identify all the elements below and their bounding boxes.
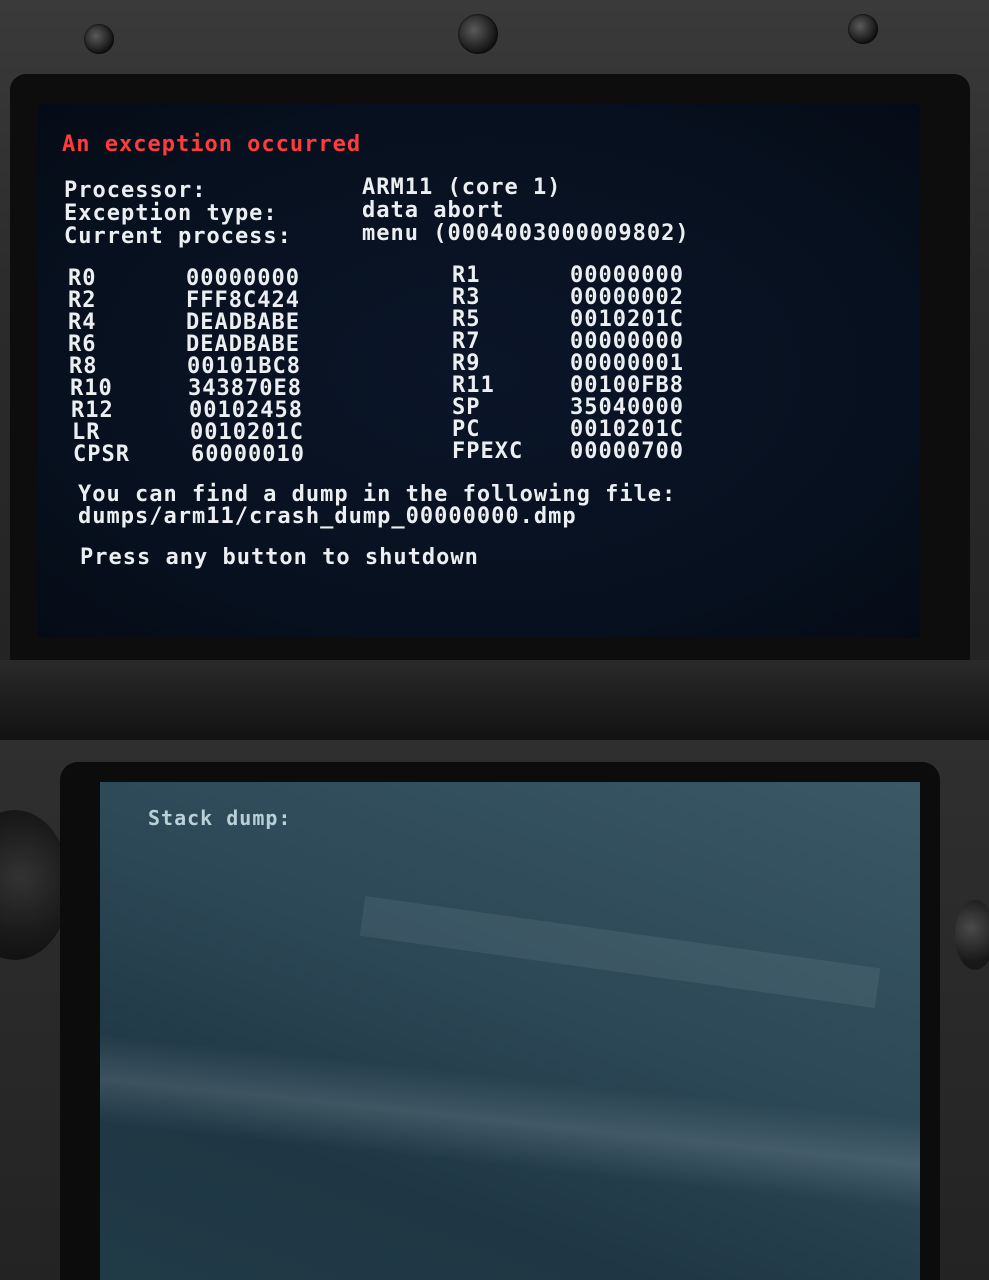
register-row: R12 00102458 [71, 400, 303, 422]
screen-glare [100, 1029, 920, 1225]
register-name: SP [452, 395, 481, 420]
register-value: 00000000 [570, 329, 684, 354]
exception-type-label: Exception type: [64, 201, 278, 226]
register-name: R8 [69, 354, 98, 379]
shutdown-prompt: Press any button to shutdown [80, 545, 479, 570]
register-row: R6 DEADBABE [68, 334, 300, 356]
register-value: 60000010 [191, 442, 305, 467]
bottom-screen: Stack dump: [100, 782, 920, 1280]
register-row: R2 FFF8C424 [68, 290, 300, 312]
face-button [955, 900, 989, 970]
register-name: R0 [68, 266, 97, 291]
register-value: 00000002 [570, 285, 684, 310]
register-value: 00102458 [189, 398, 303, 423]
register-value: 00000700 [570, 439, 684, 464]
stack-dump-label: Stack dump: [148, 806, 292, 830]
exception-type-value: data abort [362, 198, 505, 223]
register-name: LR [72, 420, 101, 445]
register-row: R9 00000001 [452, 353, 684, 375]
register-value: 0010201C [570, 417, 684, 442]
register-row: LR 0010201C [72, 422, 304, 444]
screw-left [84, 24, 114, 54]
register-value: FFF8C424 [186, 288, 300, 313]
register-row: R10 343870E8 [70, 378, 302, 400]
register-value: 00000000 [186, 266, 300, 291]
current-process-value: menu (0004003000009802) [362, 221, 690, 246]
register-value: 0010201C [190, 420, 304, 445]
register-name: PC [452, 417, 481, 442]
camera-lens [458, 14, 498, 54]
register-row: R1 00000000 [452, 265, 684, 287]
screw-right [848, 14, 878, 44]
processor-value: ARM11 (core 1) [362, 175, 562, 200]
register-value: 343870E8 [188, 376, 302, 401]
screen-reflection [359, 896, 881, 1008]
register-name: R5 [452, 307, 481, 332]
register-value: 00100FB8 [570, 373, 684, 398]
register-value: 35040000 [570, 395, 684, 420]
register-row: SP 35040000 [452, 397, 684, 419]
register-name: R10 [70, 376, 113, 401]
register-row: R7 00000000 [452, 331, 684, 353]
register-name: R7 [452, 329, 481, 354]
top-screen: An exception occurred Processor: ARM11 (… [38, 104, 920, 638]
register-row: R11 00100FB8 [452, 375, 684, 397]
register-row: R4 DEADBABE [68, 312, 300, 334]
register-value: 00000001 [570, 351, 684, 376]
register-value: 0010201C [570, 307, 684, 332]
register-name: R1 [452, 263, 481, 288]
register-row: CPSR 60000010 [73, 444, 305, 466]
register-name: R2 [68, 288, 97, 313]
register-name: FPEXC [452, 439, 524, 464]
register-name: CPSR [73, 442, 130, 467]
register-value: 00000000 [570, 263, 684, 288]
register-row: R0 00000000 [68, 268, 300, 290]
dump-file-path: dumps/arm11/crash_dump_00000000.dmp [78, 504, 577, 529]
register-name: R6 [68, 332, 97, 357]
register-row: R5 0010201C [452, 309, 684, 331]
register-name: R11 [452, 373, 495, 398]
processor-label: Processor: [64, 178, 207, 203]
dump-message: You can find a dump in the following fil… [78, 482, 677, 507]
register-row: R8 00101BC8 [69, 356, 301, 378]
register-row: FPEXC 00000700 [452, 441, 684, 463]
register-value: DEADBABE [186, 310, 300, 335]
register-value: DEADBABE [186, 332, 300, 357]
register-name: R3 [452, 285, 481, 310]
register-row: PC 0010201C [452, 419, 684, 441]
device-hinge [0, 660, 989, 750]
register-name: R12 [71, 398, 114, 423]
current-process-label: Current process: [64, 224, 292, 249]
exception-title: An exception occurred [62, 132, 362, 157]
register-value: 00101BC8 [187, 354, 301, 379]
register-name: R9 [452, 351, 481, 376]
register-name: R4 [68, 310, 97, 335]
register-row: R3 00000002 [452, 287, 684, 309]
